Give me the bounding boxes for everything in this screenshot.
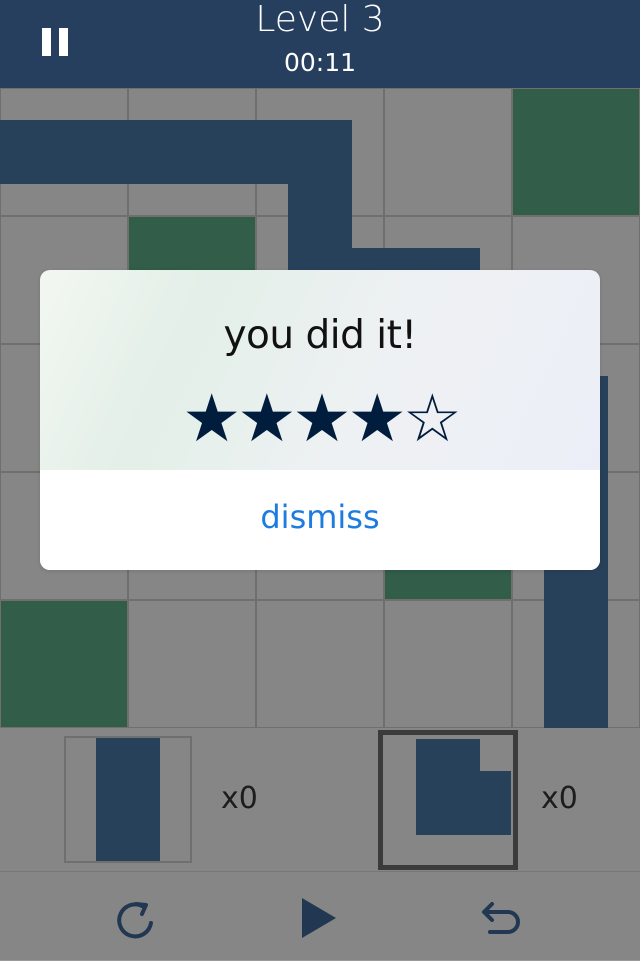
star-rating: ★★★★☆ (182, 380, 462, 457)
piece-pipe (96, 738, 160, 861)
board-cell[interactable] (384, 600, 512, 728)
level-timer: 00:11 (283, 48, 357, 77)
bottom-controls (0, 871, 640, 961)
board-cell[interactable] (384, 88, 512, 216)
board-cell[interactable] (128, 600, 256, 728)
play-button[interactable] (292, 892, 348, 948)
dismiss-button[interactable]: dismiss (40, 498, 600, 536)
dialog-footer: dismiss (40, 470, 600, 570)
completion-dialog: you did it! ★★★★☆ dismiss (40, 270, 600, 570)
green-tile[interactable] (512, 88, 640, 216)
straight-pipe-piece[interactable] (64, 736, 192, 863)
rotate-icon (117, 902, 153, 939)
level-title: Level 3 (255, 0, 385, 40)
undo-icon (482, 902, 520, 934)
dialog-message: you did it! (223, 313, 417, 358)
undo-button[interactable] (476, 892, 532, 948)
corner-pipe-piece[interactable] (378, 730, 518, 870)
piece-count: x0 (221, 781, 258, 816)
board-cell[interactable] (256, 600, 384, 728)
play-icon (302, 898, 336, 938)
piece-tray: x0 x0 (0, 728, 640, 871)
piece-count: x0 (541, 781, 578, 816)
top-bar: Level 3 00:11 (0, 0, 640, 88)
rotate-button[interactable] (108, 892, 164, 948)
green-tile[interactable] (0, 600, 128, 728)
piece-pipe (416, 771, 511, 835)
